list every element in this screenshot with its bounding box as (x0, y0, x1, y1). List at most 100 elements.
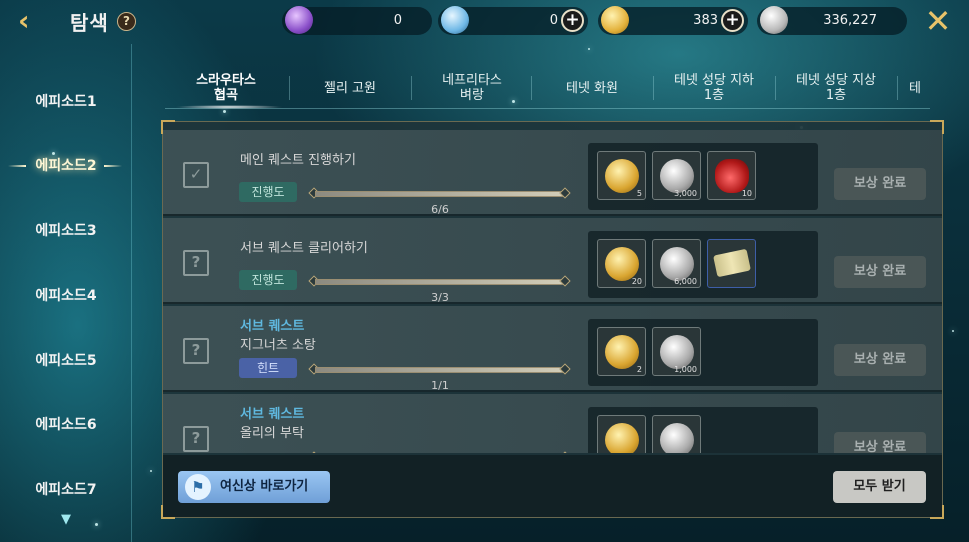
close-icon: ✕ (924, 2, 952, 40)
claim-reward-button[interactable]: 보상 완료 (834, 344, 926, 376)
claim-reward-button[interactable]: 보상 완료 (834, 432, 926, 453)
reward-count: 3,000 (674, 189, 697, 198)
progress-bar (315, 367, 565, 373)
quest-row: ? 서브 퀘스트 클리어하기 진행도 3/3 20 6,000 보상 완료 (163, 218, 942, 304)
row-divider (163, 302, 942, 304)
tab-label: 테넷 화원 (566, 80, 618, 96)
quest-row: ? 서브 퀘스트 올리의 부탁 보상 완료 (163, 394, 942, 453)
progress-bar-cap (308, 451, 320, 453)
tab-tenet-garden[interactable]: 테넷 화원 (531, 66, 653, 110)
quest-list[interactable]: ✓ 메인 퀘스트 진행하기 진행도 6/6 5 3,000 10 보상 완료 ?… (163, 122, 942, 453)
tab-label: 스라우타스 협곡 (196, 73, 256, 103)
row-divider (163, 390, 942, 392)
tab-tenet-cathedral-1f[interactable]: 테넷 성당 지상 1층 (775, 66, 897, 110)
hint-badge[interactable]: 힌트 (239, 358, 297, 378)
quest-row: ✓ 메인 퀘스트 진행하기 진행도 6/6 5 3,000 10 보상 완료 (163, 130, 942, 216)
gold-coin-icon (601, 6, 629, 34)
close-button[interactable]: ✕ (924, 5, 952, 37)
progress-badge: 진행도 (239, 270, 297, 290)
reward-count: 2 (636, 365, 642, 374)
reward-box (588, 407, 818, 453)
tab-jelly-plateau[interactable]: 젤리 고원 (289, 66, 411, 110)
tab-label: 네프리타스 벼랑 (442, 73, 502, 103)
currency-value: 0 (393, 13, 402, 28)
reward-slot[interactable]: 3,000 (652, 151, 701, 200)
reward-box: 5 3,000 10 (588, 143, 818, 210)
reward-count: 10 (741, 189, 752, 198)
sidebar-item-label: 에피소드3 (35, 223, 97, 239)
help-icon[interactable]: ? (117, 12, 136, 31)
tab-nepritas-cliff[interactable]: 네프리타스 벼랑 (411, 66, 533, 110)
sidebar-item-label: 에피소드6 (35, 417, 97, 433)
purple-gem-icon (285, 6, 313, 34)
tab-divider (897, 76, 898, 100)
reward-slot[interactable] (707, 239, 756, 288)
progress-bar-fill (316, 280, 564, 284)
add-blue-crystal-button[interactable]: + (561, 9, 584, 32)
sidebar-item-episode-1[interactable]: 에피소드1 (0, 87, 132, 117)
sidebar-item-episode-6[interactable]: 에피소드6 (0, 410, 132, 440)
sidebar-item-episode-7[interactable]: 에피소드7 (0, 475, 132, 505)
tab-sraotas-canyon[interactable]: 스라우타스 협곡 (165, 66, 287, 110)
progress-bar (315, 191, 565, 197)
sidebar-item-label: 에피소드2 (35, 158, 97, 174)
chevron-left-icon: ‹ (18, 4, 30, 37)
gold-coin-icon (605, 159, 639, 193)
currency-value: 0 (549, 13, 558, 28)
sidebar-item-episode-4[interactable]: 에피소드4 (0, 281, 132, 311)
reward-slot[interactable]: 2 (597, 327, 646, 376)
progress-badge: 진행도 (239, 182, 297, 202)
scroll-check-icon: ✓ (183, 162, 209, 188)
tab-label: 테 (909, 80, 921, 96)
scroll-question-icon: ? (183, 426, 209, 452)
sidebar-divider (131, 44, 132, 542)
tab-tenet-cathedral-b1[interactable]: 테넷 성당 지하 1층 (653, 66, 775, 110)
goddess-statue-icon: ⚑ (185, 474, 211, 500)
reward-slot[interactable] (652, 415, 701, 453)
claim-reward-button[interactable]: 보상 완료 (834, 256, 926, 288)
silver-coin-icon (660, 159, 694, 193)
progress-bar-cap (559, 451, 571, 453)
reward-slot[interactable]: 6,000 (652, 239, 701, 288)
sidebar-item-episode-5[interactable]: 에피소드5 (0, 346, 132, 376)
reward-count: 5 (636, 189, 642, 198)
claim-reward-button[interactable]: 보상 완료 (834, 168, 926, 200)
currency-value: 383 (693, 13, 718, 28)
tab-label: 테넷 성당 지하 1층 (673, 73, 755, 103)
goddess-button-label: 여신상 바로가기 (220, 479, 309, 494)
reward-box: 20 6,000 (588, 231, 818, 298)
progress-bar-fill (316, 192, 564, 196)
quest-title: 메인 퀘스트 진행하기 (240, 153, 356, 168)
sidebar-item-episode-2[interactable]: 에피소드2 (0, 151, 132, 181)
back-button[interactable]: ‹ (18, 6, 48, 36)
currency-value: 336,227 (823, 13, 877, 28)
currency-blue-crystal: 0 + (438, 6, 588, 35)
scroll-down-icon[interactable]: ▼ (57, 512, 75, 527)
bottom-action-bar: ⚑ 여신상 바로가기 모두 받기 (163, 455, 942, 517)
reward-slot[interactable]: 5 (597, 151, 646, 200)
sidebar-item-label: 에피소드4 (35, 288, 97, 304)
sidebar-item-label: 에피소드1 (35, 94, 97, 110)
quest-category: 서브 퀘스트 (240, 319, 305, 334)
gold-coin-icon (605, 247, 639, 281)
sidebar-item-episode-3[interactable]: 에피소드3 (0, 216, 132, 246)
currency-gold-coin: 383 + (598, 6, 748, 35)
quest-panel: ✓ 메인 퀘스트 진행하기 진행도 6/6 5 3,000 10 보상 완료 ?… (161, 120, 944, 519)
blue-crystal-icon (441, 6, 469, 34)
sidebar-item-label: 에피소드7 (35, 482, 97, 498)
reward-slot[interactable]: 20 (597, 239, 646, 288)
reward-slot[interactable]: 1,000 (652, 327, 701, 376)
reward-slot[interactable]: 10 (707, 151, 756, 200)
add-gold-button[interactable]: + (721, 9, 744, 32)
quest-title: 지그너츠 소탕 (240, 338, 316, 353)
reward-count: 6,000 (674, 277, 697, 286)
gold-coin-icon (605, 423, 639, 453)
tab-label: 젤리 고원 (324, 80, 376, 96)
goddess-statue-shortcut-button[interactable]: ⚑ 여신상 바로가기 (178, 471, 330, 503)
tab-overflow[interactable]: 테 (900, 66, 930, 110)
reward-slot[interactable] (597, 415, 646, 453)
silver-coin-icon (660, 423, 694, 453)
reward-count: 20 (631, 277, 642, 286)
claim-all-button[interactable]: 모두 받기 (833, 471, 926, 503)
active-marker-right (104, 165, 122, 167)
